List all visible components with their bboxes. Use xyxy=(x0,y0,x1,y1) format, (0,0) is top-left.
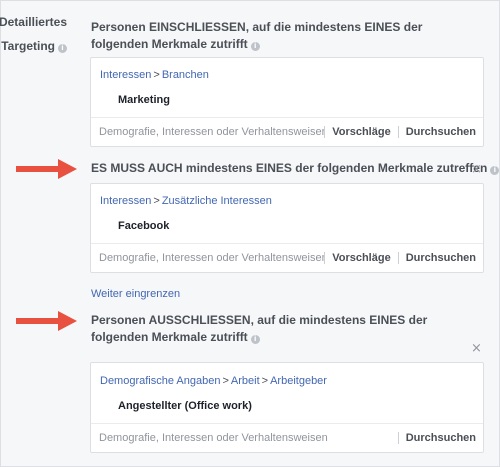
breadcrumb-separator: > xyxy=(222,375,229,387)
targeting-label-line1: Detailliertes xyxy=(0,15,67,29)
red-arrow-icon xyxy=(16,311,77,331)
must-also-search-input[interactable] xyxy=(91,248,325,268)
must-also-criteria-box: Interessen > Zusätzliche Interessen Facebo… xyxy=(90,183,484,273)
selected-interest-marketing: Marketing xyxy=(118,94,170,106)
exclude-heading: Personen AUSSCHLIESSEN, auf die mindeste… xyxy=(91,312,451,346)
info-icon[interactable]: i xyxy=(250,42,260,51)
breadcrumb-interessen[interactable]: Interessen xyxy=(100,69,151,81)
targeting-label-text: Targeting xyxy=(1,39,55,53)
browse-button[interactable]: Durchsuchen xyxy=(399,252,483,264)
include-heading: Personen EINSCHLIESSEN, auf die mindeste… xyxy=(91,19,451,53)
breadcrumb-demografische-angaben[interactable]: Demografische Angaben xyxy=(100,375,220,387)
close-icon[interactable]: × xyxy=(471,342,482,355)
selected-employer: Angestellter (Office work) xyxy=(118,400,252,412)
breadcrumb-separator: > xyxy=(261,375,269,387)
red-arrow-icon xyxy=(16,159,77,179)
narrow-further-link[interactable]: Weiter eingrenzen xyxy=(91,288,180,300)
targeting-label-line2: Targeting i xyxy=(1,39,67,53)
include-search-row: Vorschläge Durchsuchen xyxy=(91,117,483,146)
breadcrumb-zusaetzliche-interessen[interactable]: Zusätzliche Interessen xyxy=(162,195,272,207)
suggestions-button[interactable]: Vorschläge xyxy=(325,252,398,264)
include-breadcrumb: Interessen > Branchen xyxy=(100,69,209,81)
must-also-breadcrumb: Interessen > Zusätzliche Interessen xyxy=(100,195,272,207)
include-criteria-box: Interessen>Branchen Marketing Vorschläge… xyxy=(90,57,484,147)
exclude-breadcrumb: Demografische Angaben > Arbeit > Arbeitgeber xyxy=(100,375,327,387)
must-also-heading-text: ES MUSS AUCH mindestens EINES der folgen… xyxy=(91,161,488,175)
breadcrumb-branchen[interactable]: Branchen xyxy=(162,69,209,81)
include-search-input[interactable] xyxy=(91,122,325,142)
must-also-heading: ES MUSS AUCH mindestens EINES der folgen… xyxy=(91,160,500,177)
exclude-search-row: Durchsuchen xyxy=(91,423,483,452)
breadcrumb-separator: > xyxy=(153,69,160,81)
info-icon[interactable]: i xyxy=(58,44,67,53)
selected-interest-facebook: Facebook xyxy=(118,220,170,232)
breadcrumb-arbeit[interactable]: Arbeit xyxy=(231,375,260,387)
must-also-search-row: Vorschläge Durchsuchen xyxy=(91,243,483,272)
info-icon[interactable]: i xyxy=(490,166,500,175)
suggestions-button[interactable]: Vorschläge xyxy=(325,126,398,138)
info-icon[interactable]: i xyxy=(250,335,260,344)
browse-button[interactable]: Durchsuchen xyxy=(399,432,483,444)
exclude-criteria-box: Demografische Angaben > Arbeit > Arbeitgeber… xyxy=(90,362,484,453)
browse-button[interactable]: Durchsuchen xyxy=(399,126,483,138)
detailed-targeting-panel: Detailliertes Targeting i Personen EINSCH… xyxy=(0,0,500,467)
close-icon[interactable]: × xyxy=(471,163,482,176)
breadcrumb-interessen[interactable]: Interessen xyxy=(100,195,151,207)
exclude-search-input[interactable] xyxy=(91,428,398,448)
breadcrumb-separator: > xyxy=(153,195,160,207)
breadcrumb-arbeitgeber[interactable]: Arbeitgeber xyxy=(270,375,327,387)
